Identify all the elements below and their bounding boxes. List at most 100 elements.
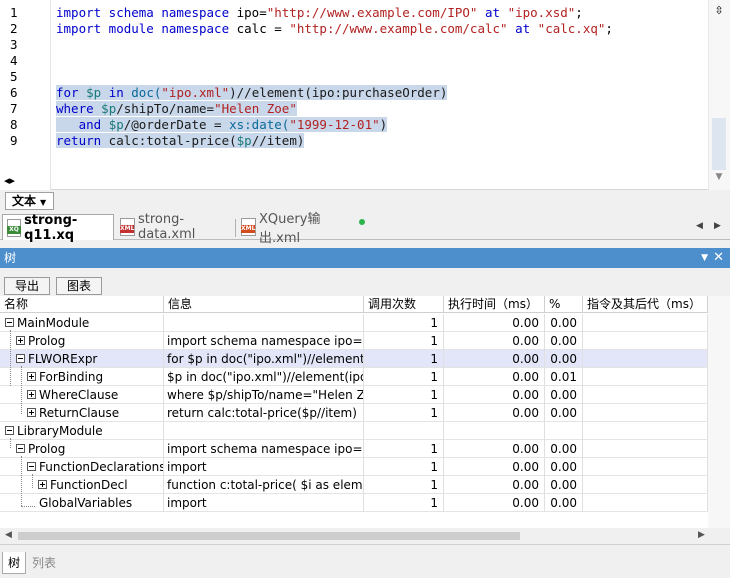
table-row[interactable]: FunctionDeclarations import 1 0.00 0.00 [0, 458, 708, 476]
column-header[interactable]: % [545, 296, 583, 313]
descendants-cell [583, 350, 708, 368]
expand-icon[interactable] [27, 372, 36, 381]
line-number-gutter: 123456789 [0, 0, 50, 190]
table-row[interactable]: FLWORExpr for $p in doc("ipo.xml")//eleme… [0, 350, 708, 368]
view-mode-dropdown[interactable]: 文本 ▼ [5, 192, 54, 210]
pct-cell: 0.00 [545, 494, 583, 512]
editor-vertical-scrollbar[interactable]: ⇳ ▼ [708, 0, 730, 190]
expand-icon[interactable] [38, 480, 47, 489]
scroll-split-icon[interactable]: ⇳ [712, 4, 726, 18]
pct-cell: 0.00 [545, 404, 583, 422]
tab-list-view[interactable]: 列表 [32, 552, 56, 574]
collapse-icon[interactable] [5, 318, 14, 327]
code-token: calc:total-price( [101, 133, 237, 148]
line-number: 2 [10, 21, 18, 36]
tab-strong-q11[interactable]: XQ strong-q11.xq [2, 213, 114, 243]
name-cell: FunctionDeclarations [0, 458, 164, 476]
calls-cell: 1 [364, 476, 444, 494]
view-mode-label: 文本 [12, 194, 37, 208]
code-token: $p [101, 101, 117, 116]
expand-icon[interactable] [27, 390, 36, 399]
table-row[interactable]: MainModule 1 0.00 0.00 [0, 314, 708, 332]
code-token: ; [605, 21, 613, 36]
pct-cell: 0.00 [545, 332, 583, 350]
line-number: 8 [10, 117, 18, 132]
tab-xquery-output[interactable]: XML XQuery输出.xml [237, 212, 365, 246]
line-number: 9 [10, 133, 18, 148]
xquery-editor[interactable]: 123456789 import schema namespace ipo="h… [0, 0, 730, 190]
expand-icon[interactable] [27, 408, 36, 417]
descendants-cell [583, 332, 708, 350]
bottom-view-tabs: 树 列表 [0, 544, 730, 578]
grid-horizontal-scrollbar[interactable]: ◀ ▶ [0, 528, 730, 544]
pct-cell: 0.01 [545, 368, 583, 386]
column-header[interactable]: 信息 [164, 296, 364, 313]
table-row[interactable]: WhereClause where $p/shipTo/name="Helen Z… [0, 386, 708, 404]
column-header[interactable]: 指令及其后代（ms） [583, 296, 708, 313]
calls-cell: 1 [364, 386, 444, 404]
table-row[interactable]: ReturnClause return calc:total-price($p//… [0, 404, 708, 422]
horizontal-split-icon[interactable]: ◂▸ [4, 174, 15, 187]
panel-close-icon[interactable]: ✕ [713, 248, 724, 268]
table-row[interactable]: Prolog import schema namespace ipo="h...1… [0, 332, 708, 350]
editor-scroll-thumb[interactable] [712, 118, 726, 170]
profiler-tree-grid[interactable]: 名称 信息 调用次数 执行时间（ms）% 指令及其后代（ms） MainModule 1 0.… [0, 296, 730, 528]
table-row[interactable]: LibraryModule [0, 422, 708, 440]
tree-guide-line [21, 456, 22, 506]
code-token: ) [379, 117, 388, 132]
tab-tree-view[interactable]: 树 [2, 552, 27, 574]
export-button[interactable]: 导出 [4, 277, 50, 295]
time-cell: 0.00 [444, 386, 545, 404]
pct-cell: 0.00 [545, 386, 583, 404]
code-token: at [477, 5, 508, 20]
calls-cell: 1 [364, 314, 444, 332]
panel-options-icon[interactable]: ▼ [701, 248, 708, 268]
scroll-left-arrow-icon[interactable]: ◀ [5, 530, 12, 540]
expand-icon[interactable] [16, 336, 25, 345]
collapse-icon[interactable] [16, 354, 25, 363]
collapse-icon[interactable] [27, 462, 36, 471]
scroll-down-arrow-icon[interactable]: ▼ [712, 172, 726, 186]
time-cell: 0.00 [444, 476, 545, 494]
table-row[interactable]: FunctionDecl function c:total-price( $i a… [0, 476, 708, 494]
column-header[interactable]: 名称 [0, 296, 164, 313]
tab-scroll-left-icon[interactable]: ◀ [696, 221, 703, 231]
node-name: LibraryModule [17, 424, 103, 438]
code-token: ipo [236, 5, 260, 20]
calls-cell: 1 [364, 350, 444, 368]
tab-scroll-right-icon[interactable]: ▶ [714, 221, 721, 231]
name-cell: FLWORExpr [0, 350, 164, 368]
collapse-icon[interactable] [5, 426, 14, 435]
pct-cell: 0.00 [545, 476, 583, 494]
tree-guide-line [10, 330, 11, 386]
chart-button[interactable]: 图表 [56, 277, 102, 295]
code-line: for $p in doc("ipo.xml")//element(ipo:pu… [56, 85, 448, 101]
code-token: = [266, 21, 290, 36]
table-row[interactable]: GlobalVariables import 1 0.00 0.00 [0, 494, 708, 512]
gutter-divider [50, 0, 51, 190]
tab-strong-data[interactable]: XML strong-data.xml [116, 212, 234, 242]
descendants-cell [583, 458, 708, 476]
pct-cell: 0.00 [545, 350, 583, 368]
code-line: import schema namespace ipo="http://www.… [56, 5, 583, 21]
scroll-right-arrow-icon[interactable]: ▶ [698, 530, 705, 540]
horizontal-scroll-thumb[interactable] [18, 532, 520, 540]
info-cell: return calc:total-price($p//item) [164, 404, 364, 422]
table-row[interactable]: Prolog import schema namespace ipo="h...1… [0, 440, 708, 458]
collapse-icon[interactable] [16, 444, 25, 453]
grid-vertical-scrollbar[interactable] [708, 296, 730, 528]
xml-file-icon: XML [120, 218, 135, 236]
node-name: FunctionDeclarations [39, 460, 164, 474]
line-number: 1 [10, 5, 18, 20]
code-token: and [56, 117, 109, 132]
table-row[interactable]: ForBinding $p in doc("ipo.xml")//element(… [0, 368, 708, 386]
code-token: in [101, 85, 132, 100]
column-header[interactable]: 调用次数 [364, 296, 444, 313]
tree-guide-line [10, 438, 11, 448]
column-header[interactable]: 执行时间（ms） [444, 296, 545, 313]
file-badge: XQ [7, 225, 21, 234]
info-cell: import schema namespace ipo="h... [164, 440, 364, 458]
node-name: FLWORExpr [28, 352, 98, 366]
code-line: where $p/shipTo/name="Helen Zoe" [56, 101, 297, 117]
